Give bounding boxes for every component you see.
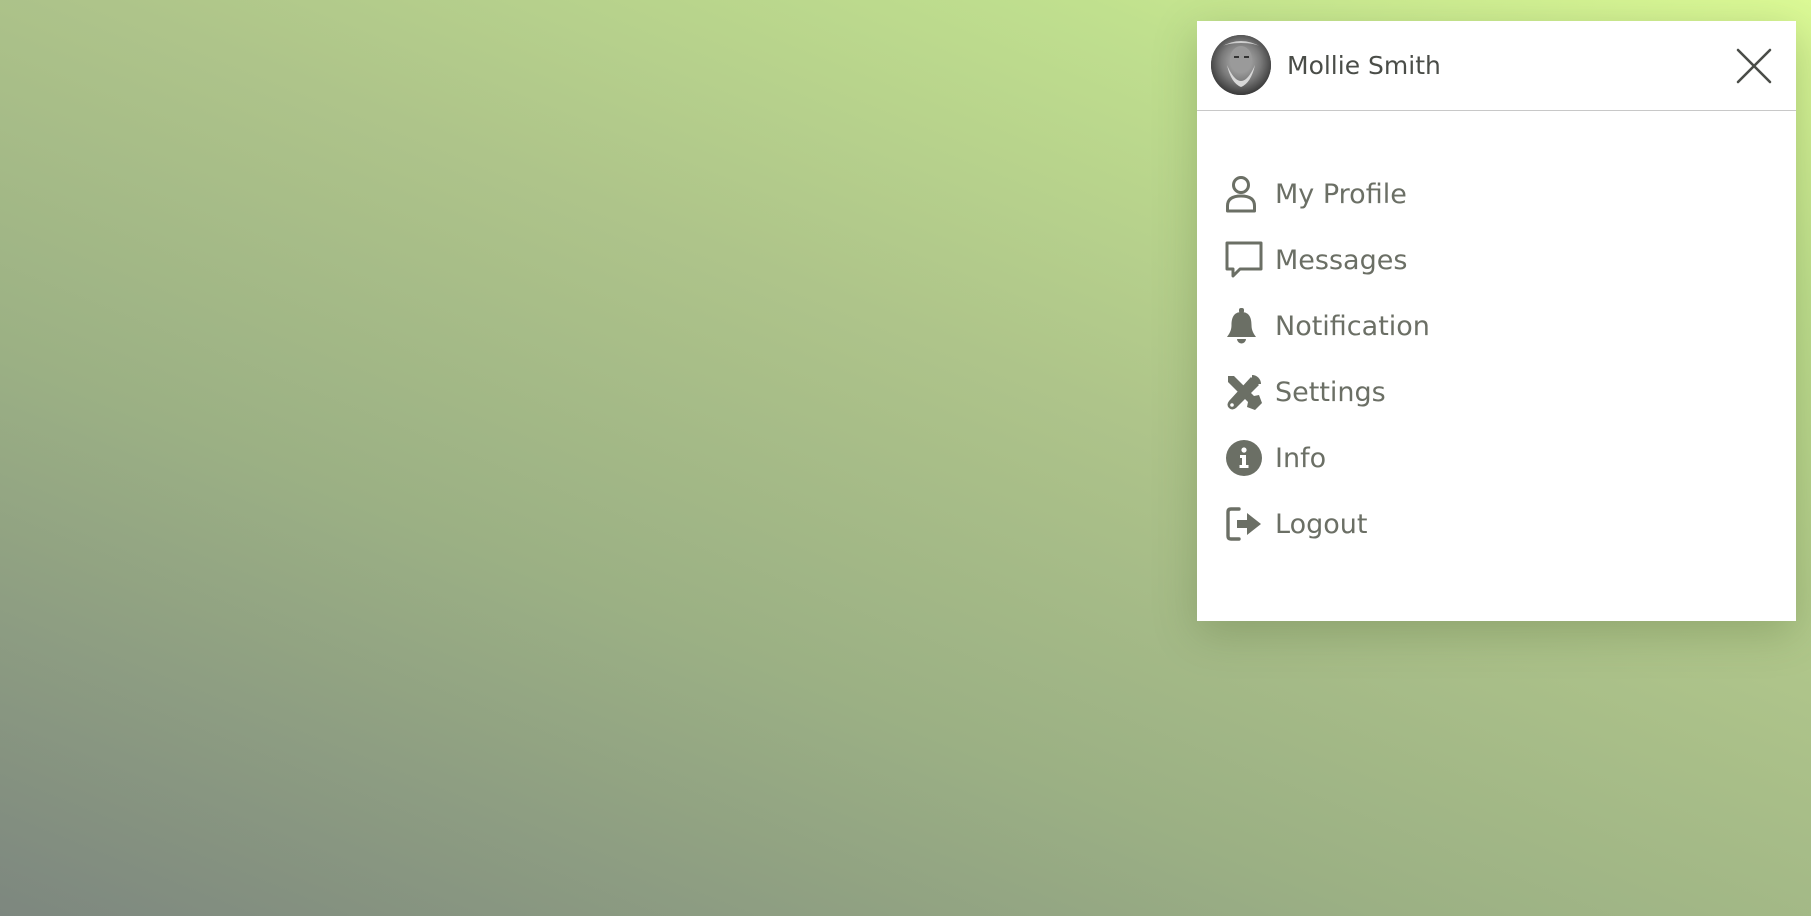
menu-item-label: Messages — [1275, 244, 1408, 276]
menu-item-label: Settings — [1275, 376, 1386, 408]
avatar[interactable] — [1211, 35, 1271, 95]
user-menu-panel: Mollie Smith My Profile Messages Notific… — [1197, 21, 1796, 621]
menu-item-my-profile[interactable]: My Profile — [1225, 161, 1430, 227]
menu-item-label: Notification — [1275, 310, 1430, 342]
tools-icon — [1225, 373, 1263, 411]
chat-bubble-icon — [1225, 241, 1263, 279]
close-button[interactable] — [1734, 46, 1774, 86]
user-icon — [1225, 175, 1263, 213]
menu-item-label: Logout — [1275, 508, 1368, 540]
menu-item-notification[interactable]: Notification — [1225, 293, 1430, 359]
info-icon — [1225, 439, 1263, 477]
menu-item-label: My Profile — [1275, 178, 1407, 210]
menu-item-info[interactable]: Info — [1225, 425, 1430, 491]
close-icon — [1736, 48, 1772, 84]
menu-item-label: Info — [1275, 442, 1327, 474]
bell-icon — [1225, 307, 1263, 345]
panel-header: Mollie Smith — [1197, 21, 1796, 111]
menu-item-messages[interactable]: Messages — [1225, 227, 1430, 293]
menu-list: My Profile Messages Notification Setting… — [1225, 161, 1430, 557]
logout-icon — [1225, 505, 1263, 543]
user-name: Mollie Smith — [1287, 51, 1441, 80]
avatar-photo — [1211, 35, 1271, 95]
menu-item-settings[interactable]: Settings — [1225, 359, 1430, 425]
menu-item-logout[interactable]: Logout — [1225, 491, 1430, 557]
